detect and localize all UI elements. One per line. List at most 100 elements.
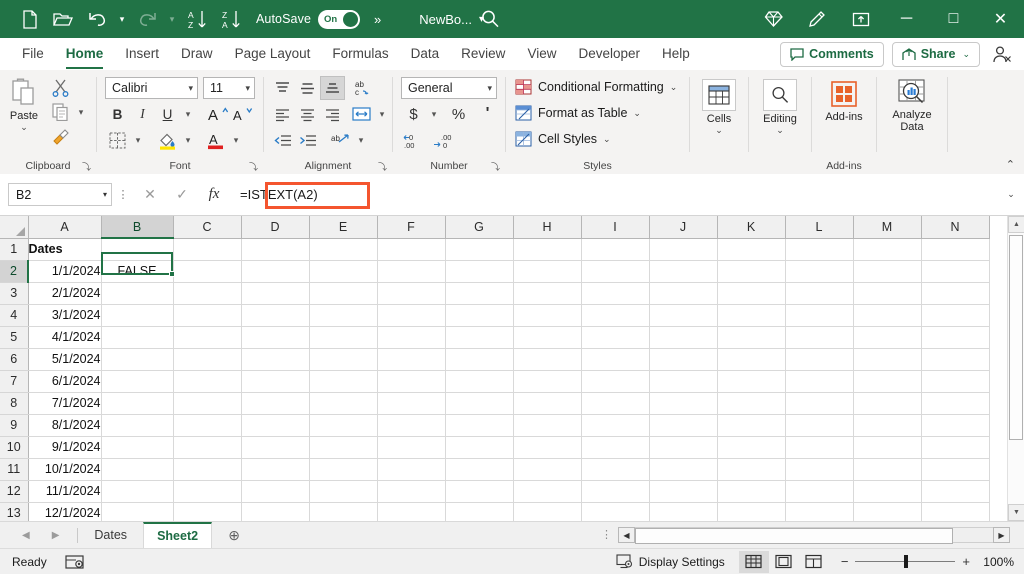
cell-J6[interactable]: [649, 348, 717, 370]
paste-caret-icon[interactable]: ⌄: [20, 122, 28, 133]
cell-N1[interactable]: [921, 238, 989, 260]
cell-H4[interactable]: [513, 304, 581, 326]
cell-J4[interactable]: [649, 304, 717, 326]
cell-C11[interactable]: [173, 458, 241, 480]
cell-H7[interactable]: [513, 370, 581, 392]
cell-B3[interactable]: [101, 282, 173, 304]
cell-B11[interactable]: [101, 458, 173, 480]
currency-dropdown-caret[interactable]: ▾: [426, 102, 442, 126]
cell-J10[interactable]: [649, 436, 717, 458]
row-header-3[interactable]: 3: [0, 282, 28, 304]
scroll-up-arrow[interactable]: ▲: [1008, 216, 1024, 233]
cell-D6[interactable]: [241, 348, 309, 370]
cell-L11[interactable]: [785, 458, 853, 480]
scroll-left-arrow[interactable]: ◀: [618, 527, 635, 543]
number-format-caret-icon[interactable]: ▾: [481, 83, 492, 94]
column-header-I[interactable]: I: [581, 216, 649, 238]
cell-E3[interactable]: [309, 282, 377, 304]
cell-F5[interactable]: [377, 326, 445, 348]
decrease-indent-icon[interactable]: [270, 128, 295, 152]
cell-C6[interactable]: [173, 348, 241, 370]
column-header-B[interactable]: B: [101, 216, 173, 238]
cell-G3[interactable]: [445, 282, 513, 304]
cell-I10[interactable]: [581, 436, 649, 458]
tab-developer[interactable]: Developer: [567, 40, 651, 70]
more-commands-button[interactable]: »: [374, 12, 379, 27]
tab-insert[interactable]: Insert: [114, 40, 170, 70]
cell-A4[interactable]: 3/1/2024: [28, 304, 101, 326]
sheet-prev-arrow[interactable]: ◀: [22, 530, 30, 541]
wrap-text-icon[interactable]: ab: [328, 128, 353, 152]
zoom-slider-track[interactable]: [855, 561, 955, 562]
column-header-E[interactable]: E: [309, 216, 377, 238]
row-header-4[interactable]: 4: [0, 304, 28, 326]
cell-J11[interactable]: [649, 458, 717, 480]
undo-icon[interactable]: [80, 4, 114, 34]
cell-M1[interactable]: [853, 238, 921, 260]
column-header-G[interactable]: G: [445, 216, 513, 238]
tab-page-layout[interactable]: Page Layout: [224, 40, 322, 70]
cell-N12[interactable]: [921, 480, 989, 502]
cell-F8[interactable]: [377, 392, 445, 414]
cell-N9[interactable]: [921, 414, 989, 436]
cell-A11[interactable]: 10/1/2024: [28, 458, 101, 480]
cell-F2[interactable]: [377, 260, 445, 282]
vertical-scrollbar[interactable]: ▲ ▼: [1007, 216, 1024, 521]
row-header-6[interactable]: 6: [0, 348, 28, 370]
shrink-font-icon[interactable]: A: [230, 102, 255, 126]
tab-draw[interactable]: Draw: [170, 40, 224, 70]
cell-F12[interactable]: [377, 480, 445, 502]
cell-D1[interactable]: [241, 238, 309, 260]
undo-dropdown-caret[interactable]: ▾: [114, 4, 130, 34]
cell-L7[interactable]: [785, 370, 853, 392]
align-left-icon[interactable]: [270, 102, 295, 126]
row-header-7[interactable]: 7: [0, 370, 28, 392]
tab-review[interactable]: Review: [450, 40, 516, 70]
zoom-control[interactable]: − +: [841, 554, 970, 569]
cell-F6[interactable]: [377, 348, 445, 370]
number-dialog-launcher[interactable]: ⤵: [491, 160, 500, 173]
cell-I9[interactable]: [581, 414, 649, 436]
add-sheet-button[interactable]: ⊕: [220, 522, 248, 548]
text-orientation-icon[interactable]: abc: [351, 76, 376, 100]
cell-B5[interactable]: [101, 326, 173, 348]
column-header-K[interactable]: K: [717, 216, 785, 238]
zoom-slider-thumb[interactable]: [904, 555, 908, 568]
cell-L12[interactable]: [785, 480, 853, 502]
row-header-5[interactable]: 5: [0, 326, 28, 348]
cell-M2[interactable]: [853, 260, 921, 282]
cell-G7[interactable]: [445, 370, 513, 392]
cell-E13[interactable]: [309, 502, 377, 521]
align-middle-icon[interactable]: [295, 76, 320, 100]
align-bottom-icon[interactable]: [320, 76, 345, 100]
row-header-10[interactable]: 10: [0, 436, 28, 458]
cell-L2[interactable]: [785, 260, 853, 282]
scroll-right-arrow[interactable]: ▶: [993, 527, 1010, 543]
vertical-scroll-thumb[interactable]: [1009, 235, 1023, 440]
copy-dropdown-caret[interactable]: ▾: [73, 100, 89, 124]
cell-G12[interactable]: [445, 480, 513, 502]
addins-button[interactable]: Add-ins: [816, 76, 872, 123]
comma-style-button[interactable]: ': [475, 102, 500, 126]
tab-data[interactable]: Data: [400, 40, 451, 70]
cell-I12[interactable]: [581, 480, 649, 502]
cell-E1[interactable]: [309, 238, 377, 260]
sheet-tab-sheet2[interactable]: Sheet2: [143, 522, 212, 548]
cell-A12[interactable]: 11/1/2024: [28, 480, 101, 502]
cell-C13[interactable]: [173, 502, 241, 521]
cell-F10[interactable]: [377, 436, 445, 458]
cell-I6[interactable]: [581, 348, 649, 370]
cell-M6[interactable]: [853, 348, 921, 370]
cell-G8[interactable]: [445, 392, 513, 414]
currency-button[interactable]: $: [401, 102, 426, 126]
row-header-12[interactable]: 12: [0, 480, 28, 502]
cell-C2[interactable]: [173, 260, 241, 282]
cell-I1[interactable]: [581, 238, 649, 260]
zoom-in-button[interactable]: +: [962, 554, 970, 569]
cell-J5[interactable]: [649, 326, 717, 348]
cell-N2[interactable]: [921, 260, 989, 282]
cell-A2[interactable]: 1/1/2024: [28, 260, 101, 282]
cell-C3[interactable]: [173, 282, 241, 304]
formula-input[interactable]: =ISTEXT(A2): [230, 182, 998, 208]
merge-dropdown-caret[interactable]: ▾: [374, 102, 390, 126]
